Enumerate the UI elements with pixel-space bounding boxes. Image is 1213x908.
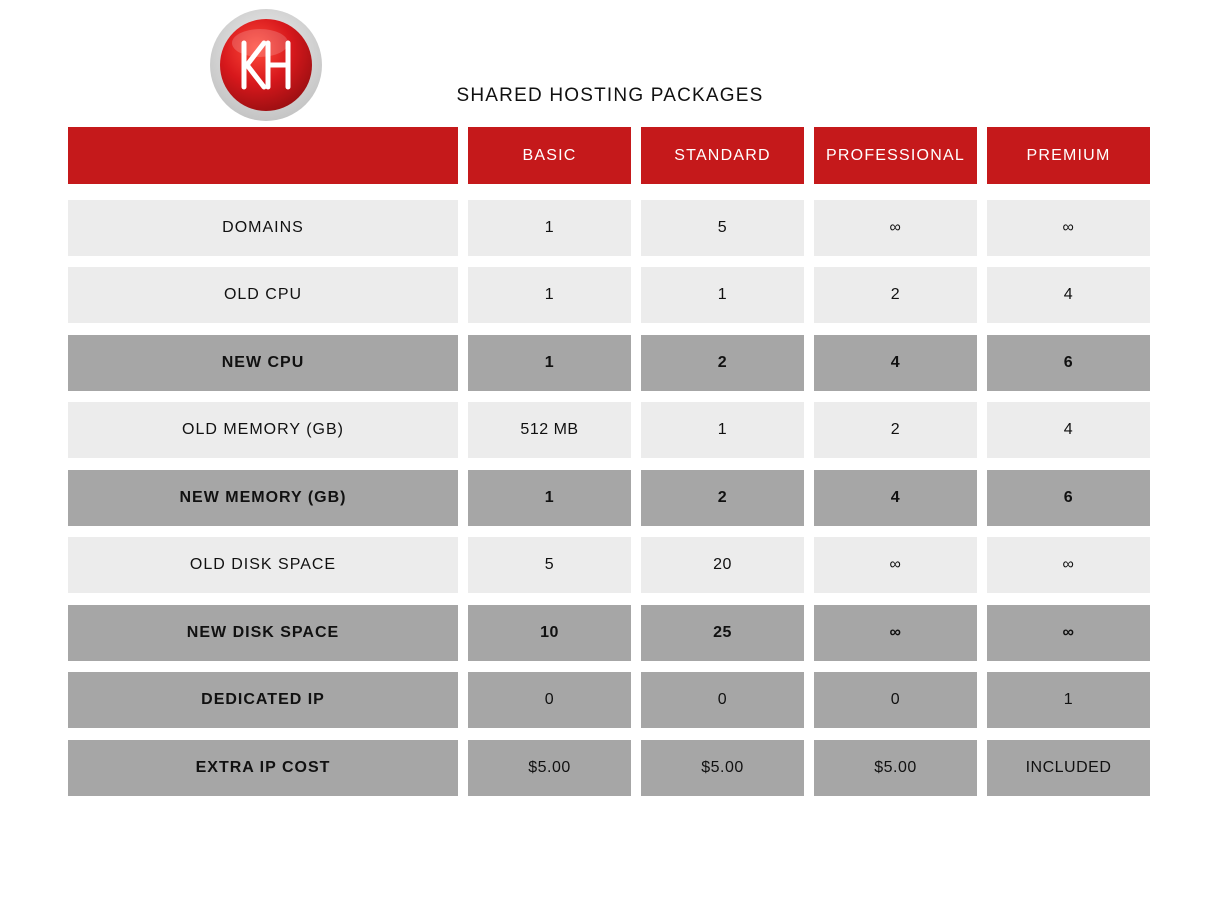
table-cell: 512 MB [468, 402, 631, 458]
table-cell: INCLUDED [987, 740, 1150, 796]
table-cell: $5.00 [814, 740, 977, 796]
row-label: DOMAINS [68, 200, 458, 256]
table-cell: 5 [641, 200, 804, 256]
table-cell: 1 [468, 267, 631, 323]
table-cell: ∞ [987, 605, 1150, 661]
table-cell: $5.00 [468, 740, 631, 796]
table-cell: 4 [987, 267, 1150, 323]
table-cell: 0 [814, 672, 977, 728]
row-label: DEDICATED IP [68, 672, 458, 728]
table-cell: 4 [814, 470, 977, 526]
column-header-premium: PREMIUM [987, 127, 1150, 184]
table-cell: 2 [641, 470, 804, 526]
header-corner-cell [68, 127, 458, 184]
table-cell: 1 [987, 672, 1150, 728]
column-header-standard: STANDARD [641, 127, 804, 184]
row-label: NEW MEMORY (GB) [68, 470, 458, 526]
table-cell: 1 [468, 335, 631, 391]
table-cell: 6 [987, 335, 1150, 391]
row-label: NEW DISK SPACE [68, 605, 458, 661]
row-label: NEW CPU [68, 335, 458, 391]
table-cell: 2 [641, 335, 804, 391]
row-label: EXTRA IP COST [68, 740, 458, 796]
column-header-professional: PROFESSIONAL [814, 127, 977, 184]
table-cell: 0 [468, 672, 631, 728]
table-cell: 6 [987, 470, 1150, 526]
table-cell: ∞ [814, 200, 977, 256]
table-cell: 4 [987, 402, 1150, 458]
table-cell: 2 [814, 402, 977, 458]
table-cell: 1 [641, 402, 804, 458]
table-cell: 1 [468, 200, 631, 256]
table-cell: 2 [814, 267, 977, 323]
table-cell: 1 [468, 470, 631, 526]
page-title: SHARED HOSTING PACKAGES [456, 85, 764, 106]
table-cell: 4 [814, 335, 977, 391]
table-cell: 10 [468, 605, 631, 661]
table-cell: $5.00 [641, 740, 804, 796]
table-cell: 0 [641, 672, 804, 728]
table-cell: 25 [641, 605, 804, 661]
row-label: OLD MEMORY (GB) [68, 402, 458, 458]
row-label: OLD CPU [68, 267, 458, 323]
table-cell: ∞ [814, 537, 977, 593]
row-label: OLD DISK SPACE [68, 537, 458, 593]
table-cell: ∞ [987, 200, 1150, 256]
kh-logo [210, 9, 322, 121]
table-cell: ∞ [814, 605, 977, 661]
table-cell: 1 [641, 267, 804, 323]
column-header-basic: BASIC [468, 127, 631, 184]
table-cell: 20 [641, 537, 804, 593]
table-cell: 5 [468, 537, 631, 593]
table-cell: ∞ [987, 537, 1150, 593]
